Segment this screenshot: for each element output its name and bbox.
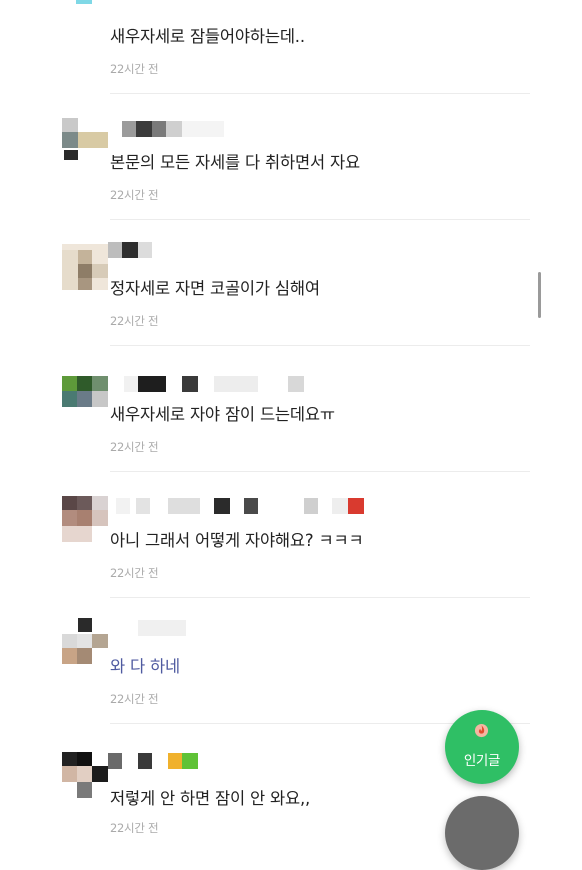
nickname[interactable] [110, 620, 410, 636]
nickname[interactable] [110, 121, 410, 137]
comment-item: 정자세로 자면 코골이가 심해여 22시간 전 [0, 236, 540, 362]
comment-text: 정자세로 자면 코골이가 심해여 [110, 279, 320, 298]
avatar[interactable] [62, 376, 108, 422]
comment-divider [110, 471, 530, 472]
comment-feed[interactable]: 새우자세로 잠들어야하는데.. 22시간 전 본문의 모든 자세를 다 취하면서… [0, 0, 582, 835]
avatar[interactable] [62, 244, 108, 290]
nickname[interactable] [108, 753, 410, 769]
comment-divider [110, 597, 530, 598]
comment-text: 아니 그래서 어떻게 자야해요? ㅋㅋㅋ [110, 531, 364, 550]
nickname[interactable] [110, 0, 410, 6]
nickname[interactable] [108, 242, 410, 258]
scrollbar[interactable] [538, 272, 541, 318]
floating-action-button[interactable] [445, 796, 519, 870]
comment-time: 22시간 전 [110, 692, 159, 706]
comment-item: 아니 그래서 어떻게 자야해요? ㅋㅋㅋ 22시간 전 [0, 488, 540, 614]
comment-divider [110, 219, 530, 220]
nickname[interactable] [110, 376, 410, 392]
comment-time: 22시간 전 [110, 314, 159, 328]
comment-time: 22시간 전 [110, 821, 159, 835]
comment-divider [110, 93, 530, 94]
comment-time: 22시간 전 [110, 62, 159, 76]
comment-item: 새우자세로 잠들어야하는데.. 22시간 전 [0, 0, 540, 94]
comment-text: 새우자세로 자야 잠이 드는데요ㅠ [110, 405, 335, 424]
avatar[interactable] [62, 496, 108, 542]
popular-posts-label: 인기글 [463, 753, 501, 769]
avatar[interactable] [62, 118, 108, 164]
comment-time: 22시간 전 [110, 440, 159, 454]
comment-time: 22시간 전 [110, 566, 159, 580]
avatar[interactable] [62, 0, 108, 34]
comment-divider [110, 345, 530, 346]
avatar[interactable] [62, 752, 108, 798]
comment-item: 본문의 모든 자세를 다 취하면서 자요 22시간 전 [0, 110, 540, 236]
comment-text: 새우자세로 잠들어야하는데.. [110, 27, 305, 46]
avatar[interactable] [62, 618, 108, 664]
popular-posts-button[interactable]: 인기글 [445, 710, 519, 784]
comment-text: 본문의 모든 자세를 다 취하면서 자요 [110, 153, 360, 172]
nickname[interactable] [110, 498, 410, 514]
comment-time: 22시간 전 [110, 188, 159, 202]
comment-item: 새우자세로 자야 잠이 드는데요ㅠ 22시간 전 [0, 362, 540, 488]
comment-text: 저렇게 안 하면 잠이 안 와요,, [110, 789, 311, 808]
flame-icon [474, 723, 489, 738]
comment-text: 와 다 하네 [110, 657, 181, 676]
